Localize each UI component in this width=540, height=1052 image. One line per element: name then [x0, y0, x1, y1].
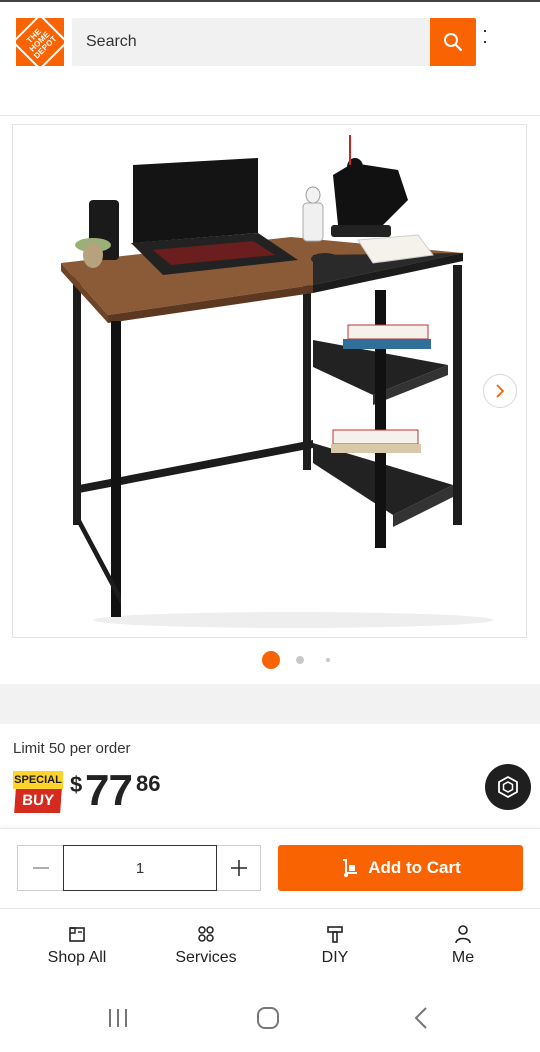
nav-label: Me	[451, 949, 475, 966]
home-depot-logo[interactable]: THE HOME DEPOT	[11, 13, 69, 71]
price-dollars: 77	[85, 766, 133, 815]
header: THE HOME DEPOT Search	[0, 2, 540, 116]
home-icon[interactable]	[256, 1006, 280, 1030]
system-navigation-bar	[0, 984, 540, 1052]
add-to-cart-button[interactable]: Add to Cart	[278, 845, 523, 891]
services-icon	[198, 926, 214, 942]
nav-label: Services	[175, 949, 237, 966]
nav-services[interactable]: Services	[151, 923, 261, 975]
nav-diy[interactable]: DIY	[280, 923, 390, 975]
special-buy-badge: SPECIAL BUY	[13, 771, 63, 815]
next-image-button[interactable]	[483, 374, 517, 408]
price-currency: $	[70, 772, 83, 797]
pagination-dot-active[interactable]	[262, 651, 280, 669]
add-to-cart-label: Add to Cart	[368, 858, 461, 877]
person-icon	[455, 925, 471, 944]
chat-assistant-button[interactable]	[485, 764, 531, 810]
shop-all-icon	[69, 927, 85, 942]
chevron-right-icon	[496, 384, 505, 398]
pagination-dot[interactable]	[326, 658, 330, 662]
search-input[interactable]: Search	[86, 33, 137, 51]
nav-shop-all[interactable]: Shop All	[22, 923, 132, 975]
search-bar[interactable]: Search	[72, 18, 476, 66]
dolly-icon	[343, 859, 358, 877]
assistant-hexagon-icon	[498, 775, 518, 799]
quantity-stepper: 1	[17, 845, 261, 891]
bottom-navigation: Shop All Services DIY Me	[0, 908, 540, 984]
special-badge-bottom: BUY	[14, 789, 62, 813]
logo-frame: THE HOME DEPOT	[11, 13, 69, 71]
nav-label: Shop All	[47, 949, 107, 966]
product-image-card[interactable]	[12, 124, 527, 638]
nav-me[interactable]: Me	[408, 923, 518, 975]
pagination-dot[interactable]	[296, 656, 304, 664]
price-cents: 86	[136, 771, 161, 796]
increase-quantity-button[interactable]	[217, 846, 261, 890]
image-pagination	[262, 651, 342, 669]
overflow-menu-icon[interactable]	[484, 30, 487, 44]
recent-apps-icon[interactable]	[106, 1006, 130, 1030]
order-limit-text: Limit 50 per order	[13, 740, 131, 757]
search-button[interactable]	[430, 18, 476, 66]
diy-icon	[327, 926, 343, 943]
nav-label: DIY	[321, 949, 349, 966]
decrease-quantity-button[interactable]	[18, 846, 63, 890]
special-badge-top: SPECIAL	[13, 771, 63, 789]
quantity-input[interactable]: 1	[63, 845, 217, 891]
back-icon[interactable]	[410, 1006, 434, 1030]
minus-icon	[32, 867, 49, 869]
add-to-cart-bar: 1 Add to Cart	[0, 828, 540, 908]
plus-icon	[231, 860, 247, 876]
search-icon	[444, 33, 463, 52]
product-image	[61, 135, 493, 628]
logo-text: THE HOME DEPOT	[24, 26, 59, 61]
section-divider	[0, 684, 540, 724]
